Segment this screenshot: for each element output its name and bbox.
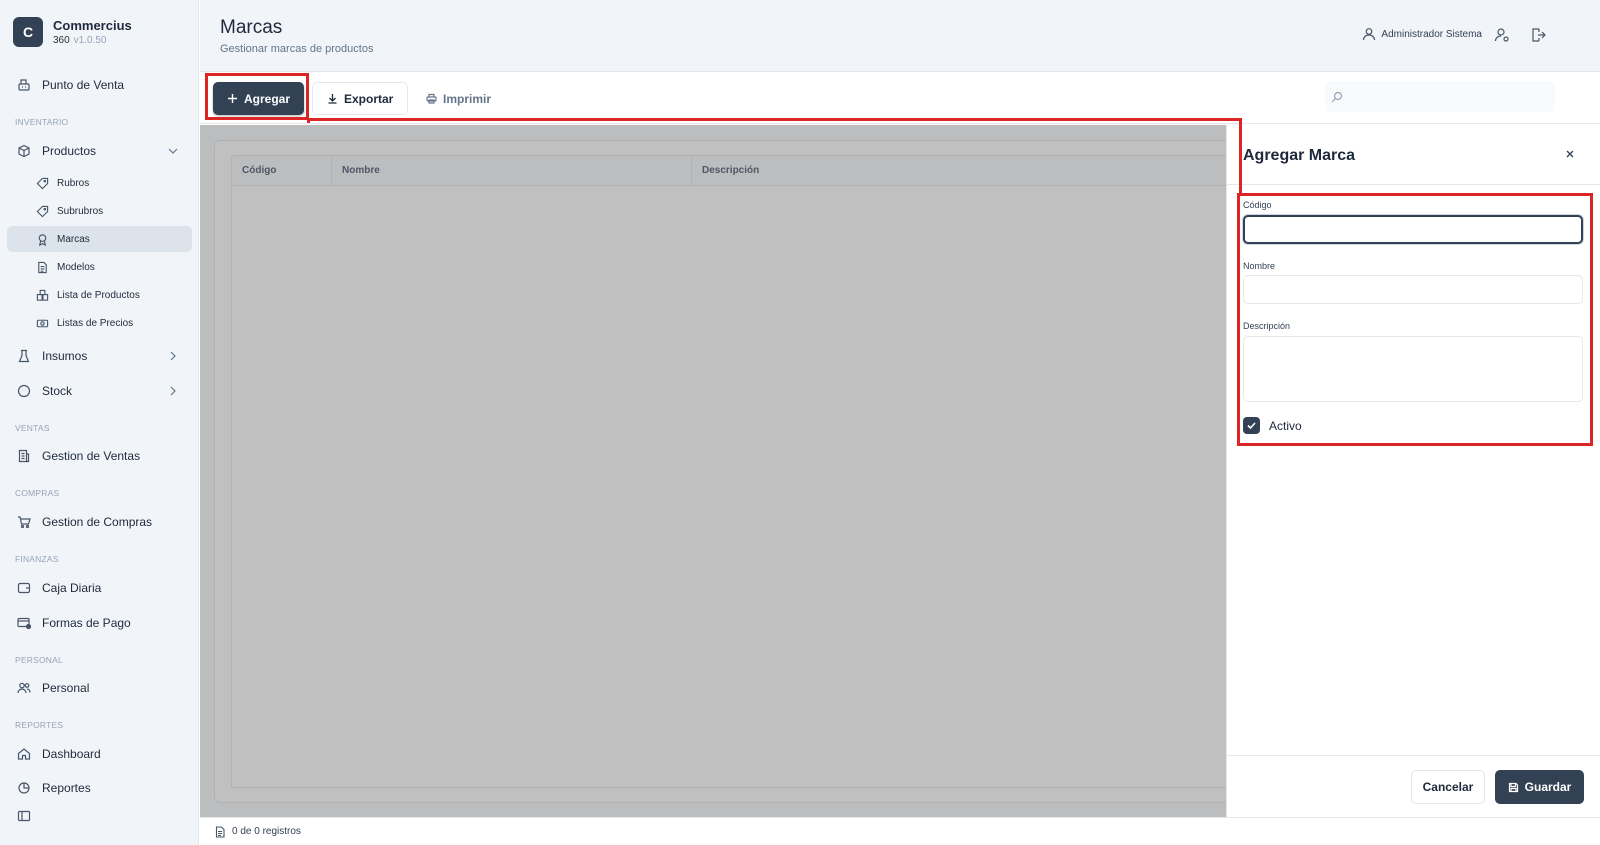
tag-icon [35,204,49,218]
award-icon [35,232,49,246]
user-menu[interactable]: Administrador Sistema [1362,27,1482,41]
print-button[interactable]: Imprimir [412,82,505,115]
search-box [1325,81,1555,112]
sidebar-item-productos[interactable]: Productos [7,138,192,164]
receipt-icon [17,449,31,463]
nombre-input[interactable] [1243,275,1583,304]
sidebar-item-formas-de-pago[interactable]: Formas de Pago [7,610,192,636]
brand-name: Commercius [53,17,132,33]
descripcion-label: Descripción [1243,321,1291,331]
sidebar-item-gestion-de-ventas[interactable]: Gestion de Ventas [7,443,192,469]
sidebar-item-marcas[interactable]: Marcas [7,226,192,252]
section-label-inventario: INVENTARIO [15,117,69,127]
sidebar-item-rubros[interactable]: Rubros [7,170,192,196]
cash-register-icon [17,78,31,92]
section-label-personal: PERSONAL [15,655,63,665]
activo-checkbox[interactable] [1243,417,1260,434]
drawer-title: Agregar Marca [1243,147,1356,164]
save-icon [1508,782,1519,793]
box-icon [17,144,31,158]
document-icon [214,825,226,838]
add-brand-drawer: Agregar Marca Código Nombre Descripción … [1226,125,1600,817]
toolbar: Agregar Exportar Imprimir [200,72,1600,124]
user-icon [1362,27,1376,41]
add-button[interactable]: Agregar [213,82,305,115]
brand-logo: C [13,17,43,47]
money-icon [35,316,49,330]
credit-card-icon [17,616,31,630]
sidebar-item-listas-de-precios[interactable]: Listas de Precios [7,310,192,336]
save-button[interactable]: Guardar [1495,770,1584,804]
download-icon [327,93,338,104]
chevron-right-icon [166,349,180,363]
activo-checkbox-row[interactable]: Activo [1243,417,1302,434]
sidebar-item-subrubros[interactable]: Subrubros [7,198,192,224]
brand-edition: 360 [53,34,70,46]
status-bar: 0 de 0 registros [200,817,1600,845]
activo-label: Activo [1269,418,1302,433]
sidebar-toggle-icon[interactable] [17,809,31,823]
chevron-right-icon [166,384,180,398]
nombre-label: Nombre [1243,261,1276,271]
user-settings-icon[interactable] [1494,27,1510,43]
plus-icon [227,93,238,104]
sidebar-item-stock[interactable]: Stock [7,378,192,404]
page-subtitle: Gestionar marcas de productos [220,43,374,55]
printer-icon [426,93,437,104]
brand-version: v1.0.50 [73,34,107,46]
section-label-compras: COMPRAS [15,488,60,498]
codigo-input[interactable] [1243,215,1583,244]
document-icon [35,260,49,274]
wallet-icon [17,581,31,595]
sidebar-item-lista-de-productos[interactable]: Lista de Productos [7,282,192,308]
close-icon[interactable] [1563,147,1577,161]
export-button[interactable]: Exportar [312,82,409,115]
sidebar-item-punto-de-venta[interactable]: Punto de Venta [7,72,192,98]
codigo-label: Código [1243,200,1272,210]
boxes-icon [35,288,49,302]
tag-icon [35,176,49,190]
brand[interactable]: C Commercius 360 v1.0.50 [13,17,132,47]
sidebar-item-gestion-de-compras[interactable]: Gestion de Compras [7,509,192,535]
section-label-reportes: REPORTES [15,720,64,730]
section-label-ventas: VENTAS [15,423,50,433]
chart-icon [17,781,31,795]
sidebar-item-caja-diaria[interactable]: Caja Diaria [7,575,192,601]
search-icon [1331,90,1343,103]
search-input[interactable] [1347,81,1551,112]
user-name: Administrador Sistema [1381,28,1482,40]
logout-icon[interactable] [1530,27,1546,43]
sidebar-item-dashboard[interactable]: Dashboard [7,741,192,767]
flask-icon [17,349,31,363]
sidebar-item-insumos[interactable]: Insumos [7,343,192,369]
cancel-button[interactable]: Cancelar [1411,770,1485,804]
section-label-finanzas: FINANZAS [15,554,59,564]
cart-icon [17,515,31,529]
sidebar-item-personal[interactable]: Personal [7,675,192,701]
chevron-down-icon [166,144,180,158]
sidebar-item-reportes[interactable]: Reportes [7,776,192,796]
home-icon [17,747,31,761]
users-icon [17,681,31,695]
sidebar: C Commercius 360 v1.0.50 Punto de Venta I… [0,0,199,845]
records-count: 0 de 0 registros [232,826,301,837]
circle-icon [17,384,31,398]
page-header: Marcas Gestionar marcas de productos Adm… [200,0,1600,72]
modal-overlay[interactable] [200,125,1226,817]
descripcion-textarea[interactable] [1243,336,1583,402]
sidebar-item-modelos[interactable]: Modelos [7,254,192,280]
page-title: Marcas [220,17,283,38]
